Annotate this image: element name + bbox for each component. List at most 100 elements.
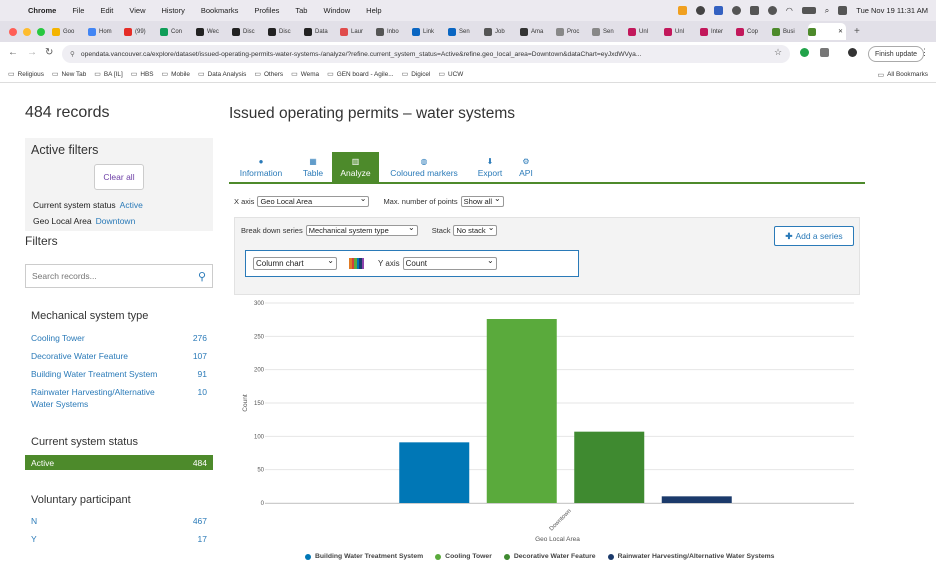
active-filter-row[interactable]: Current system status Active bbox=[33, 200, 143, 210]
browser-tab[interactable]: Goo bbox=[52, 23, 85, 40]
chart-type-select[interactable]: Column chart bbox=[253, 255, 337, 270]
bookmark-item[interactable]: ▭ UCW bbox=[438, 70, 463, 79]
browser-tab[interactable]: Wec bbox=[196, 23, 229, 40]
tab-coloured-markers[interactable]: ◍ Coloured markers bbox=[383, 152, 465, 183]
bookmark-item[interactable]: ▭ Digicel bbox=[402, 70, 431, 79]
add-series-button[interactable]: ✚ Add a series bbox=[774, 226, 854, 246]
bookmark-item[interactable]: ▭ Mobile bbox=[162, 70, 190, 79]
active-filter-row[interactable]: Geo Local Area Downtown bbox=[33, 216, 135, 226]
url-bar[interactable]: ⚲ opendata.vancouver.ca/explore/dataset/… bbox=[62, 45, 790, 63]
browser-tab[interactable]: Link bbox=[412, 23, 445, 40]
menu-edit[interactable]: Edit bbox=[100, 6, 113, 15]
spotlight-search-icon[interactable]: ⌕ bbox=[825, 6, 829, 16]
active-filter-value[interactable]: Downtown bbox=[96, 216, 136, 226]
menu-tab[interactable]: Tab bbox=[295, 6, 307, 15]
browser-tab[interactable]: Job bbox=[484, 23, 517, 40]
y-axis-select[interactable]: Count bbox=[402, 255, 497, 270]
browser-tab[interactable]: Busi bbox=[772, 23, 805, 40]
clear-all-button[interactable]: Clear all bbox=[94, 164, 144, 190]
bookmark-item[interactable]: ▭ New Tab bbox=[52, 70, 86, 79]
menu-profiles[interactable]: Profiles bbox=[254, 6, 279, 15]
browser-tab[interactable]: Laur bbox=[340, 23, 373, 40]
facet-item[interactable]: Decorative Water Feature 107 bbox=[31, 350, 207, 362]
forward-icon[interactable]: → bbox=[27, 47, 37, 58]
site-info-icon[interactable]: ⚲ bbox=[70, 50, 75, 58]
menu-window[interactable]: Window bbox=[323, 6, 350, 15]
bookmark-item[interactable]: ▭ HBS bbox=[131, 70, 154, 79]
bookmark-item[interactable]: ▭ BA [IL] bbox=[94, 70, 122, 79]
legend-item[interactable]: Cooling Tower bbox=[435, 553, 492, 560]
bookmark-item[interactable]: ▭ Wema bbox=[291, 70, 319, 79]
legend-item[interactable]: Rainwater Harvesting/Alternative Water S… bbox=[607, 553, 774, 560]
browser-tab[interactable]: ✕ bbox=[808, 23, 846, 40]
grid-icon[interactable] bbox=[749, 6, 759, 15]
control-icon[interactable] bbox=[695, 6, 705, 15]
back-icon[interactable]: ← bbox=[8, 47, 18, 58]
finish-update-button[interactable]: Finish update bbox=[868, 46, 925, 62]
bar-building-water-treatment-system[interactable] bbox=[399, 442, 470, 503]
browser-tab[interactable]: Unl bbox=[628, 23, 661, 40]
tab-analyze[interactable]: ▥ Analyze bbox=[332, 152, 379, 183]
bookmark-item[interactable]: ▭ Data Analysis bbox=[198, 70, 246, 79]
profile-avatar-icon[interactable] bbox=[848, 48, 857, 60]
search-icon[interactable]: ⚲ bbox=[198, 270, 206, 283]
tab-export[interactable]: ⬇ Export bbox=[471, 152, 509, 183]
browser-tab[interactable]: Cop bbox=[736, 23, 769, 40]
legend-item[interactable]: Building Water Treatment System bbox=[305, 553, 423, 560]
control-center-icon[interactable] bbox=[838, 6, 848, 15]
battery-icon[interactable] bbox=[801, 7, 816, 14]
close-tab-icon[interactable]: ✕ bbox=[838, 28, 843, 35]
menu-view[interactable]: View bbox=[129, 6, 145, 15]
browser-tab[interactable]: Proc bbox=[556, 23, 589, 40]
close-window-icon[interactable] bbox=[9, 27, 17, 36]
facet-item-selected[interactable]: Active 484 bbox=[25, 455, 213, 470]
bar-cooling-tower[interactable] bbox=[486, 319, 557, 503]
facet-item[interactable]: N 467 bbox=[31, 515, 207, 527]
wifi-icon[interactable]: ◠ bbox=[786, 6, 793, 15]
bar-rainwater-harvesting-alternative-water-systems[interactable] bbox=[661, 496, 732, 503]
more-menu-icon[interactable]: ⋮ bbox=[920, 47, 929, 58]
browser-tab[interactable]: Data bbox=[304, 23, 337, 40]
browser-tab[interactable]: Hom bbox=[88, 23, 121, 40]
tab-api[interactable]: ⚙ API bbox=[513, 152, 539, 183]
bookmark-star-icon[interactable]: ☆ bbox=[774, 47, 782, 58]
browser-tab[interactable]: Sen bbox=[592, 23, 625, 40]
new-tab-icon[interactable]: + bbox=[854, 26, 860, 37]
bookmark-item[interactable]: ▭ Religious bbox=[8, 70, 44, 79]
maximize-window-icon[interactable] bbox=[37, 27, 45, 36]
facet-item[interactable]: Cooling Tower 276 bbox=[31, 332, 207, 344]
tab-information[interactable]: ● Information bbox=[229, 152, 293, 183]
menu-clock[interactable]: Tue Nov 19 11:31 AM bbox=[856, 6, 928, 15]
extensions-puzzle-icon[interactable] bbox=[820, 48, 829, 60]
browser-tab[interactable]: Disc bbox=[232, 23, 265, 40]
bar-decorative-water-feature[interactable] bbox=[574, 431, 645, 503]
all-bookmarks[interactable]: ▭ All Bookmarks bbox=[878, 66, 928, 83]
menu-file[interactable]: File bbox=[72, 6, 84, 15]
browser-tab[interactable]: Disc bbox=[268, 23, 301, 40]
minimize-window-icon[interactable] bbox=[23, 27, 31, 36]
facet-item[interactable]: Rainwater Harvesting/Alternative Water S… bbox=[31, 386, 207, 410]
x-axis-select[interactable]: Geo Local Area bbox=[257, 194, 370, 207]
browser-tab[interactable]: Unl bbox=[664, 23, 697, 40]
play-icon[interactable] bbox=[767, 6, 777, 15]
tab-table[interactable]: ▦ Table bbox=[295, 152, 331, 183]
breakdown-select[interactable]: Mechanical system type bbox=[305, 223, 418, 236]
search-records-box[interactable]: ⚲ bbox=[25, 264, 213, 288]
menu-help[interactable]: Help bbox=[366, 6, 381, 15]
facet-item[interactable]: Building Water Treatment System 91 bbox=[31, 368, 207, 380]
extension-icon[interactable] bbox=[713, 6, 723, 15]
menu-bookmarks[interactable]: Bookmarks bbox=[201, 6, 239, 15]
browser-tab[interactable]: Inter bbox=[700, 23, 733, 40]
search-input[interactable] bbox=[32, 271, 192, 281]
max-points-select[interactable]: Show all bbox=[460, 194, 504, 207]
browser-tab[interactable]: Ama bbox=[520, 23, 553, 40]
browser-tab[interactable]: Sen bbox=[448, 23, 481, 40]
active-filter-value[interactable]: Active bbox=[120, 200, 143, 210]
mic-indicator-icon[interactable] bbox=[677, 6, 687, 15]
browser-tab[interactable]: (99) bbox=[124, 23, 157, 40]
color-palette-icon[interactable] bbox=[349, 258, 364, 269]
bookmark-item[interactable]: ▭ GEN board - Agile... bbox=[327, 70, 393, 79]
browser-tab[interactable]: Inbo bbox=[376, 23, 409, 40]
legend-item[interactable]: Decorative Water Feature bbox=[503, 553, 596, 560]
menu-history[interactable]: History bbox=[162, 6, 185, 15]
